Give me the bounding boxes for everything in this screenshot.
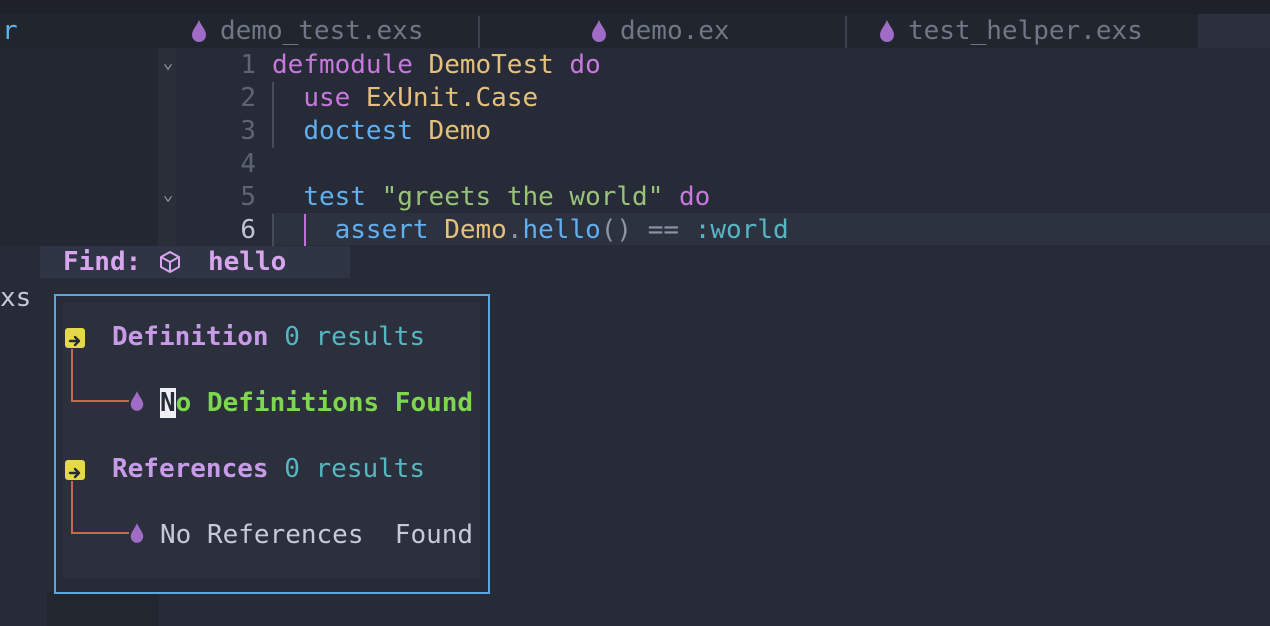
tab-label: test_helper.exs <box>908 16 1143 46</box>
line-number: 4 <box>240 149 256 179</box>
elixir-drop-icon <box>130 523 144 543</box>
definition-header[interactable]: Definition 0 results <box>112 321 425 353</box>
no-definitions-item[interactable]: No Definitions Found <box>160 387 473 419</box>
arrow-right-icon[interactable] <box>65 328 85 348</box>
file-tree-panel <box>0 48 158 246</box>
find-results-popup: Definition 0 results No Definitions Foun… <box>54 294 490 594</box>
tab-divider <box>478 16 480 48</box>
tab-test-helper[interactable]: test_helper.exs <box>878 14 1143 48</box>
cube-icon <box>160 251 180 273</box>
code-line-3[interactable]: doctest Demo <box>272 115 491 148</box>
tree-connector <box>71 400 129 402</box>
tab-label: demo.ex <box>620 16 730 46</box>
popup-shadow <box>47 592 159 626</box>
elixir-drop-icon <box>592 20 606 42</box>
line-number: 3 <box>240 116 256 146</box>
find-label: Find: <box>63 247 142 277</box>
fold-chevron-icon[interactable]: ⌄ <box>158 184 178 205</box>
tab-demo[interactable]: demo.ex <box>590 14 730 48</box>
sidebar-fragment: xs <box>0 283 32 313</box>
results-panel: Definition 0 results No Definitions Foun… <box>63 303 480 578</box>
elixir-drop-icon <box>192 20 206 42</box>
fold-column <box>158 48 176 246</box>
line-number: 2 <box>240 83 256 113</box>
find-bar-gap <box>0 246 40 278</box>
sidebar-fragment: r <box>2 16 18 46</box>
code-line-2[interactable]: use ExUnit.Case <box>272 82 538 115</box>
code-line-1[interactable]: defmodule DemoTest do <box>272 49 601 82</box>
code-line-5[interactable]: test "greets the world" do <box>272 181 710 214</box>
code-line-6[interactable]: assert Demo.hello() == :world <box>272 214 789 247</box>
tab-demo-test[interactable]: demo_test.exs <box>190 14 424 48</box>
tree-connector <box>71 349 73 401</box>
tab-divider <box>845 16 847 48</box>
tab-bar-overflow <box>1198 14 1270 48</box>
title-strip <box>0 0 1270 14</box>
arrow-right-icon[interactable] <box>65 460 85 480</box>
tab-label: demo_test.exs <box>220 16 424 46</box>
tree-connector <box>71 532 129 534</box>
elixir-drop-icon <box>880 20 894 42</box>
line-number: 5 <box>240 182 256 212</box>
references-header[interactable]: References 0 results <box>112 453 425 485</box>
no-references-item[interactable]: No References Found <box>160 519 473 551</box>
line-number: 1 <box>240 50 256 80</box>
elixir-drop-icon <box>130 391 144 411</box>
fold-chevron-icon[interactable]: ⌄ <box>158 52 178 73</box>
find-query[interactable]: hello <box>208 246 286 278</box>
tree-connector <box>71 481 73 533</box>
line-number: 6 <box>240 215 256 245</box>
